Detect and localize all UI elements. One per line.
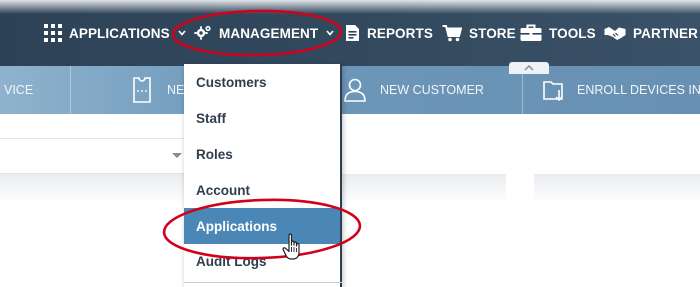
chevron-down-icon [326, 30, 334, 36]
nav-store-label: STORE [469, 25, 516, 41]
bottom-fade [0, 204, 700, 287]
menu-item-label: Audit Logs [196, 253, 267, 269]
caret-down-icon [172, 153, 182, 158]
cart-icon [442, 24, 462, 42]
nav-tools-label: TOOLS [549, 25, 596, 41]
nav-applications-label: APPLICATIONS [69, 25, 170, 41]
collapse-ribbon-button[interactable] [509, 62, 549, 74]
hand-pointer-icon [282, 233, 300, 260]
menu-item-applications[interactable]: Applications [184, 208, 340, 244]
grid-icon [44, 24, 62, 42]
ribbon-item-new-customer[interactable]: NEW CUSTOMER [344, 66, 484, 114]
gear-icon [194, 24, 212, 42]
nav-management-label: MANAGEMENT [219, 25, 319, 41]
menu-divider [184, 282, 342, 283]
side-panel [506, 114, 534, 204]
ribbon-divider [70, 66, 71, 114]
handshake-icon [604, 25, 626, 41]
ribbon-item-new-ticket[interactable]: NE [133, 66, 184, 114]
ribbon-item-enroll-devices[interactable]: ENROLL DEVICES IN [543, 66, 700, 114]
menu-item-label: Roles [196, 146, 233, 162]
nav-partner-label: PARTNER [633, 25, 698, 41]
menu-item-audit-logs[interactable]: Audit Logs [184, 244, 340, 278]
ribbon-enroll-devices-label: ENROLL DEVICES IN [577, 83, 700, 97]
report-icon [345, 24, 360, 42]
menu-item-account[interactable]: Account [184, 172, 340, 208]
top-fade [0, 0, 700, 14]
filter-dropdown[interactable] [0, 138, 190, 174]
menu-item-staff[interactable]: Staff [184, 100, 340, 136]
toolbox-icon [520, 24, 542, 42]
folder-download-icon [543, 78, 567, 102]
chevron-down-icon [178, 30, 186, 36]
user-icon [344, 78, 366, 102]
content-frame [0, 174, 700, 204]
management-dropdown-menu: Customers Staff Roles Account Applicatio… [184, 64, 342, 287]
menu-item-customers[interactable]: Customers [184, 64, 340, 100]
ticket-icon [133, 77, 151, 103]
menu-item-roles[interactable]: Roles [184, 136, 340, 172]
menu-item-label: Customers [196, 74, 267, 90]
chevron-up-icon [524, 65, 534, 71]
ribbon-device-label: VICE [4, 83, 34, 97]
menu-item-label: Staff [196, 110, 226, 126]
nav-reports-label: REPORTS [367, 25, 433, 41]
ribbon-new-customer-label: NEW CUSTOMER [380, 83, 484, 97]
menu-item-label: Account [196, 182, 250, 198]
menu-item-label: Applications [196, 218, 278, 234]
action-ribbon: VICE NE NEW CUSTOMER ENROLL DEVICES IN [0, 66, 700, 114]
ribbon-item-device[interactable]: VICE [4, 66, 33, 114]
ribbon-new-ticket-label: NE [167, 83, 185, 97]
